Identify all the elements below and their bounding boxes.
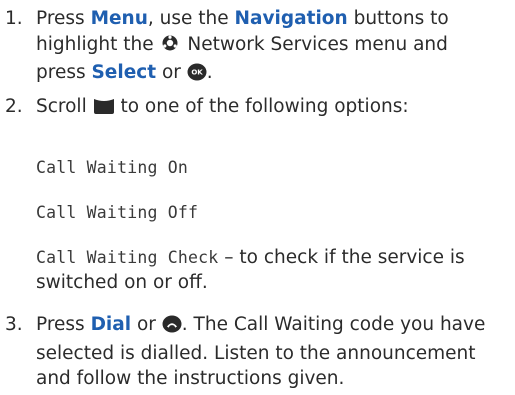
option-call-waiting-check: Call Waiting Check – to check if the ser… [36, 245, 465, 271]
step-body: Press Dial or . The Call Waiting code yo… [36, 312, 511, 392]
step-line: Scroll to one of the following options: [36, 94, 511, 123]
select-key-label: Select [91, 62, 157, 83]
dial-button-icon [162, 315, 182, 341]
step-line: press Select or OK . [36, 60, 511, 89]
step-line: highlight the Network Services menu and [36, 32, 511, 61]
text: Press [36, 8, 91, 29]
text: to one of the following options: [114, 96, 409, 117]
step-line: Press Dial or . The Call Waiting code yo… [36, 312, 511, 341]
step-line: and follow the instructions given. [36, 368, 345, 389]
scroll-key-icon [93, 97, 115, 123]
text: or [156, 62, 187, 83]
text: Network Services menu and [181, 33, 448, 55]
step-number: 2. [5, 96, 23, 117]
text: Press [36, 314, 91, 335]
text: or [131, 314, 162, 335]
network-services-icon [159, 33, 181, 61]
option-check-line-2: switched on or off. [36, 272, 208, 293]
svg-text:OK: OK [191, 69, 203, 77]
step-number: 1. [5, 8, 23, 29]
text: highlight the [36, 33, 160, 55]
text: Scroll [36, 96, 93, 117]
step-body: Scroll to one of the following options: [36, 94, 511, 123]
dial-key-label: Dial [90, 314, 132, 335]
step-number: 3. [5, 314, 23, 335]
step-body: Press Menu, use the Navigation buttons t… [36, 6, 511, 89]
menu-key-label: Menu [90, 8, 148, 29]
text: press [36, 62, 92, 83]
option-call-waiting-check-label: Call Waiting Check [36, 248, 219, 267]
step-line: Press Menu, use the Navigation buttons t… [36, 6, 511, 32]
text: buttons to [347, 8, 449, 29]
text: – to check if the service is [218, 247, 465, 268]
text: . [206, 62, 213, 83]
text: , use the [147, 8, 235, 29]
ok-select-icon: OK [187, 63, 207, 89]
navigation-key-label: Navigation [234, 8, 348, 29]
option-call-waiting-on: Call Waiting On [36, 158, 189, 177]
instructions-document: 1. Press Menu, use the Navigation button… [0, 0, 515, 395]
step-line: selected is dialled. Listen to the annou… [36, 342, 476, 364]
text: . The Call Waiting code you have [181, 314, 486, 335]
option-call-waiting-off: Call Waiting Off [36, 203, 199, 222]
